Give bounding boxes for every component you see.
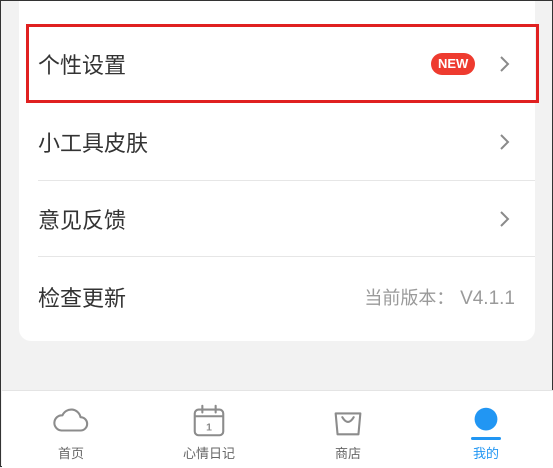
tab-label: 我的 — [472, 447, 499, 462]
tab-label: 首页 — [57, 447, 84, 462]
tab-label: 心情日记 — [182, 447, 235, 462]
chevron-right-icon — [500, 133, 510, 150]
settings-card: 个性设置 NEW 小工具皮肤 意见反馈 检查更新 当前版本： V4.1.1 — [19, 1, 535, 341]
screen: 个性设置 NEW 小工具皮肤 意见反馈 检查更新 当前版本： V4.1.1 首页… — [0, 0, 553, 468]
settings-item-label: 意见反馈 — [38, 208, 127, 234]
bottom-tab-bar: 首页 1 心情日记 商店 我的 — [2, 390, 553, 468]
settings-item-feedback[interactable]: 意见反馈 — [19, 181, 535, 256]
tab-store[interactable]: 商店 — [303, 391, 393, 467]
active-tab-indicator — [471, 437, 501, 440]
settings-item-widget-skin[interactable]: 小工具皮肤 — [19, 103, 535, 180]
settings-item-label: 个性设置 — [38, 53, 127, 79]
version-prefix: 当前版本： — [364, 288, 455, 309]
chevron-right-icon — [500, 210, 510, 227]
cloud-icon — [53, 408, 89, 432]
calendar-day: 1 — [206, 423, 212, 434]
settings-item-label: 检查更新 — [38, 287, 127, 312]
new-badge: NEW — [431, 52, 476, 75]
profile-icon — [474, 407, 498, 431]
chevron-right-icon — [500, 55, 510, 72]
settings-item-label: 小工具皮肤 — [38, 131, 149, 157]
version-text: 当前版本： V4.1.1 — [364, 284, 515, 310]
version-number: V4.1.1 — [460, 288, 515, 309]
tab-mine[interactable]: 我的 — [441, 391, 531, 467]
tab-mood-diary[interactable]: 1 心情日记 — [164, 391, 254, 467]
tab-label: 商店 — [334, 447, 361, 462]
calendar-icon: 1 — [193, 404, 225, 437]
shopping-bag-icon — [334, 412, 362, 436]
settings-item-personalization[interactable]: 个性设置 NEW — [19, 24, 535, 103]
settings-item-check-update[interactable]: 检查更新 当前版本： V4.1.1 — [19, 257, 535, 337]
tab-home[interactable]: 首页 — [26, 391, 116, 467]
